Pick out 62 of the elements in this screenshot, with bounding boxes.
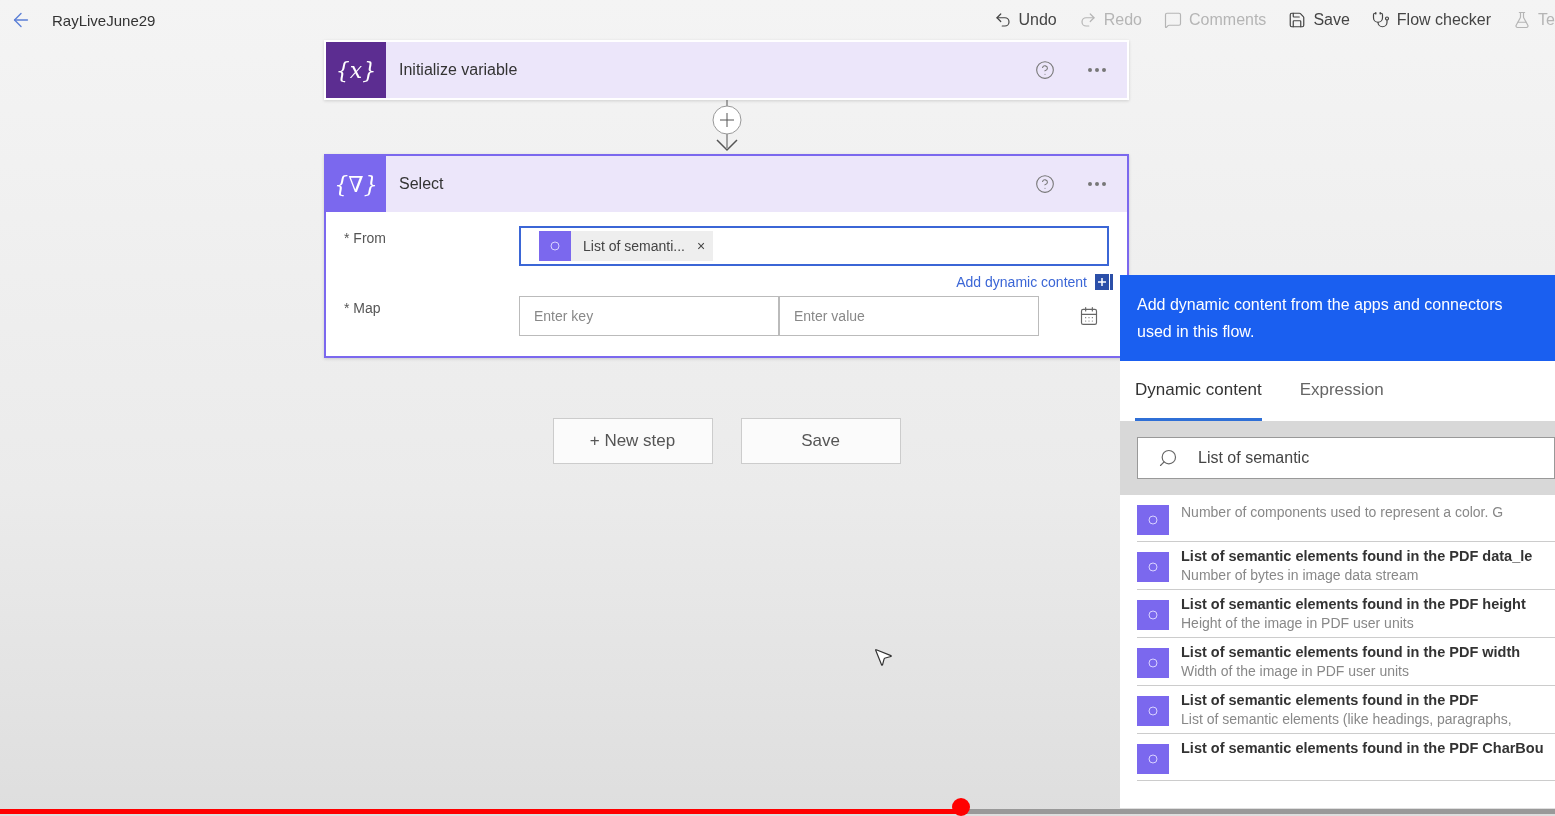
value-field[interactable]: Enter value: [779, 296, 1039, 336]
field-label: * Map: [344, 299, 382, 316]
redo-icon: [1078, 11, 1097, 29]
dynamic-item[interactable]: List of semantic elements found in the PDF width Width of the image in PDF user units: [1137, 638, 1555, 686]
token-chip[interactable]: List of semanti... ×: [539, 231, 714, 261]
step-card[interactable]: {∇} Select * From List of semanti... × Add dynamic content * Map Enter key Enter value: [324, 154, 1129, 358]
dynamic-item[interactable]: List of semantic elements found in the PDF List of semantic elements (like headings, paragraphs,: [1137, 686, 1555, 734]
search-icon: [1158, 448, 1178, 468]
step-icon: {∇}: [326, 156, 386, 212]
token-icon: [1137, 505, 1169, 535]
token-text: List of semanti...: [583, 238, 685, 254]
token-icon: [1137, 552, 1169, 582]
add-icon: [1095, 274, 1113, 290]
panel-banner: Add dynamic content from the apps and connectors used in this flow.: [1120, 275, 1555, 361]
step-title: Select: [399, 175, 445, 193]
video-progress-bar[interactable]: [0, 798, 1555, 816]
remove-token[interactable]: ×: [696, 238, 706, 254]
connector-drawing: [709, 100, 744, 154]
dynamic-item[interactable]: List of semantic elements found in the PDF data_le Number of bytes in image data stream: [1137, 542, 1555, 590]
comment-icon: [1164, 11, 1182, 29]
item-title: List of semantic elements found in the PDF width: [1181, 644, 1521, 660]
action-button[interactable]: Save: [740, 418, 901, 464]
dynamic-item[interactable]: Number of components used to represent a color. G: [1137, 495, 1555, 542]
search-field[interactable]: List of semantic: [1137, 437, 1555, 479]
add-dynamic-content-link[interactable]: Add dynamic content: [956, 274, 1113, 290]
action-button[interactable]: + New step: [552, 418, 713, 464]
item-title: List of semantic elements found in the PDF data_le: [1181, 548, 1533, 564]
dynamic-item[interactable]: List of semantic elements found in the PDF CharBou: [1137, 734, 1555, 781]
cursor-icon: [872, 646, 894, 668]
item-title: List of semantic elements found in the PDF height: [1181, 596, 1526, 612]
field-label: * From: [344, 229, 387, 246]
undo-icon: [993, 11, 1012, 29]
token-icon: [1137, 648, 1169, 678]
item-description: List of semantic elements (like headings, paragraphs,: [1181, 711, 1512, 727]
stethoscope-icon: [1371, 11, 1390, 29]
flow-title: RayLiveJune29: [52, 11, 156, 29]
toolbar-button[interactable]: Save: [1288, 11, 1350, 29]
token-icon: [1137, 600, 1169, 630]
toolbar-button[interactable]: Flow checker: [1371, 11, 1492, 29]
help-icon[interactable]: [1035, 60, 1055, 80]
progress-thumb[interactable]: [952, 798, 970, 816]
token-icon: [1137, 696, 1169, 726]
flask-icon: [1513, 11, 1532, 29]
help-icon[interactable]: [1035, 174, 1055, 194]
panel-tab[interactable]: Expression: [1299, 361, 1384, 421]
save-icon: [1288, 11, 1307, 29]
item-title: List of semantic elements found in the PDF CharBou: [1181, 740, 1544, 756]
item-description: Height of the image in PDF user units: [1181, 615, 1415, 631]
item-title: List of semantic elements found in the PDF: [1181, 692, 1480, 708]
dynamic-item[interactable]: List of semantic elements found in the PDF height Height of the image in PDF user units: [1137, 590, 1555, 638]
item-description: Number of components used to represent a color. G: [1181, 504, 1504, 520]
token-icon: [1137, 744, 1169, 774]
toolbar-button[interactable]: Undo: [993, 11, 1057, 29]
key-field[interactable]: Enter key: [519, 296, 779, 336]
step-icon: {x}: [326, 42, 386, 98]
item-description: Number of bytes in image data stream: [1181, 567, 1420, 583]
item-description: Width of the image in PDF user units: [1181, 663, 1410, 679]
token-icon: [539, 231, 571, 261]
from-field[interactable]: List of semanti... ×: [519, 226, 1109, 266]
step-title: Initialize variable: [399, 61, 519, 79]
switch-mode-icon[interactable]: [1079, 306, 1099, 326]
step-card[interactable]: {x} Initialize variable: [324, 40, 1129, 100]
